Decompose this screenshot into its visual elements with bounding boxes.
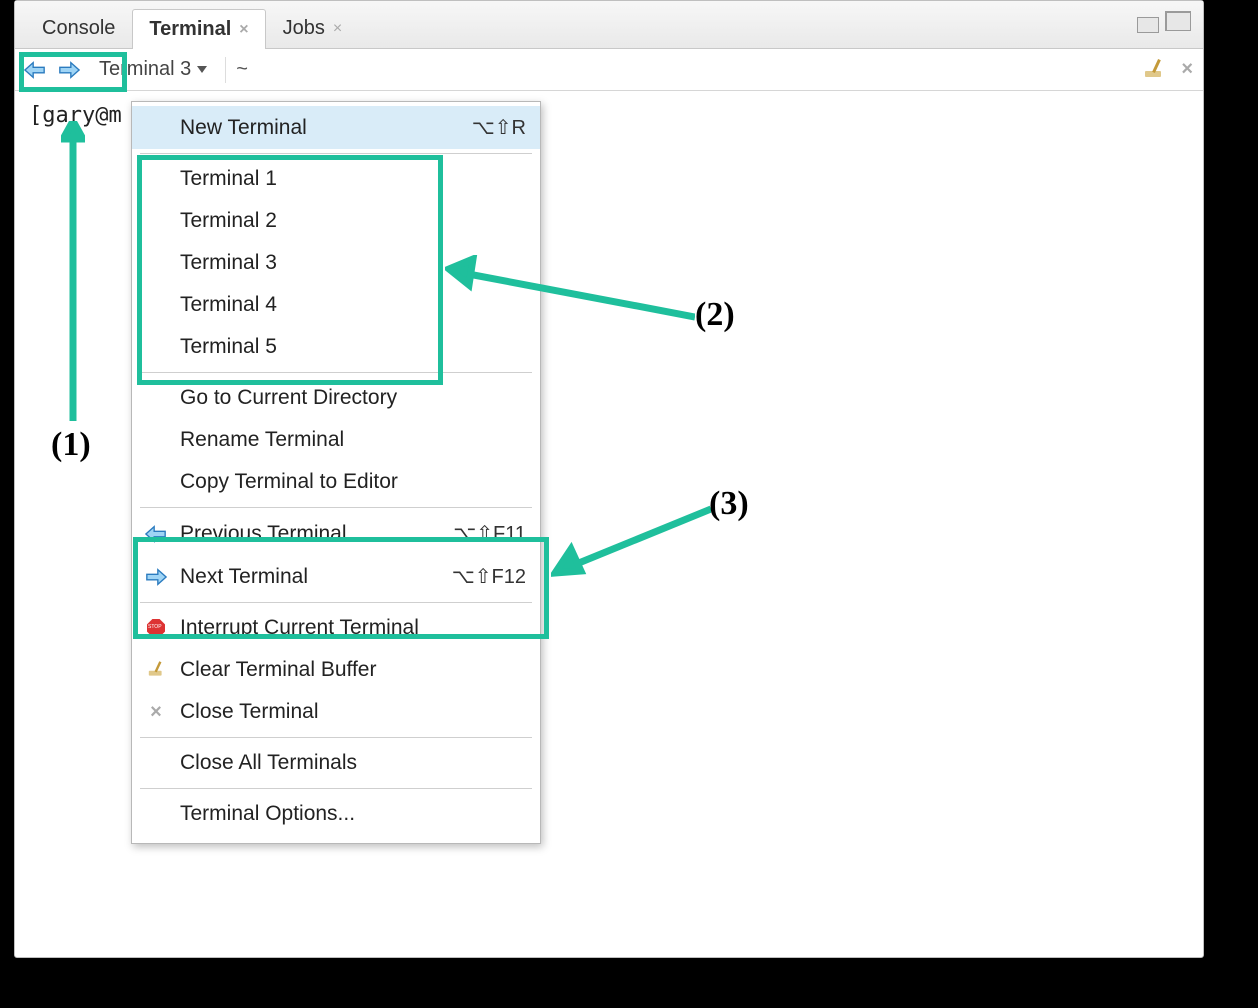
menu-new-terminal-label: New Terminal [180,116,460,140]
tab-console-label: Console [42,17,115,40]
close-icon[interactable]: × [333,20,342,38]
separator [225,57,226,83]
shortcut-label: ⌥⇧F11 [453,521,526,546]
menu-separator [140,507,532,508]
terminal-selector-button[interactable]: Terminal 3 [91,58,215,81]
menu-terminal-options[interactable]: Terminal Options... [132,793,540,835]
menu-interrupt-terminal[interactable]: Interrupt Current Terminal [132,607,540,649]
arrow-right-icon [58,61,80,79]
menu-terminal-label: Terminal 1 [180,167,526,191]
menu-next-label: Next Terminal [180,565,440,589]
close-icon: × [144,701,168,724]
arrow-left-icon [24,61,46,79]
menu-close-terminal[interactable]: × Close Terminal [132,691,540,733]
menu-close-all-label: Close All Terminals [180,751,526,775]
menu-close-all-terminals[interactable]: Close All Terminals [132,742,540,784]
menu-rename-label: Rename Terminal [180,428,526,452]
tab-jobs[interactable]: Jobs × [266,8,360,48]
menu-new-terminal[interactable]: New Terminal ⌥⇧R [132,106,540,149]
annotation-label-3: (3) [709,485,749,523]
menu-switch-terminal-2[interactable]: Terminal 2 [132,200,540,242]
annotation-arrow-2 [445,255,695,325]
working-directory: ~ [236,58,248,81]
clear-icon[interactable] [1143,59,1165,81]
menu-previous-label: Previous Terminal [180,522,441,546]
menu-go-current-dir[interactable]: Go to Current Directory [132,377,540,419]
tab-terminal-label: Terminal [149,18,231,41]
window-controls [1137,11,1191,31]
annotation-label-2: (2) [695,296,735,334]
next-terminal-button[interactable] [57,58,81,82]
arrow-right-icon [144,568,168,586]
menu-interrupt-label: Interrupt Current Terminal [180,616,526,640]
annotation-arrow-1 [61,121,85,421]
tab-terminal[interactable]: Terminal × [132,9,265,49]
menu-go-current-dir-label: Go to Current Directory [180,386,526,410]
chevron-down-icon [197,66,207,73]
tab-console[interactable]: Console [25,8,132,48]
menu-separator [140,153,532,154]
menu-options-label: Terminal Options... [180,802,526,826]
close-terminal-icon[interactable]: × [1181,58,1193,81]
terminal-selector-label: Terminal 3 [99,58,191,81]
close-icon[interactable]: × [239,21,248,39]
annotation-label-1: (1) [51,426,91,464]
previous-terminal-button[interactable] [23,58,47,82]
stop-icon [144,619,168,637]
menu-copy-to-editor-label: Copy Terminal to Editor [180,470,526,494]
terminal-dropdown-menu: New Terminal ⌥⇧R Terminal 1 Terminal 2 T… [131,101,541,844]
menu-separator [140,602,532,603]
arrow-left-icon [144,525,168,543]
menu-switch-terminal-5[interactable]: Terminal 5 [132,326,540,368]
menu-separator [140,372,532,373]
menu-clear-buffer-label: Clear Terminal Buffer [180,658,526,682]
menu-terminal-label: Terminal 5 [180,335,526,359]
maximize-icon[interactable] [1165,11,1191,31]
menu-close-label: Close Terminal [180,700,526,724]
menu-separator [140,737,532,738]
menu-previous-terminal[interactable]: Previous Terminal ⌥⇧F11 [132,512,540,555]
menu-copy-to-editor[interactable]: Copy Terminal to Editor [132,461,540,503]
shortcut-label: ⌥⇧F12 [452,564,526,589]
menu-switch-terminal-1[interactable]: Terminal 1 [132,158,540,200]
menu-separator [140,788,532,789]
menu-clear-buffer[interactable]: Clear Terminal Buffer [132,649,540,691]
annotation-arrow-3 [551,501,711,581]
menu-rename-terminal[interactable]: Rename Terminal [132,419,540,461]
panel-window: Console Terminal × Jobs × Terminal 3 [14,0,1204,958]
panel-tabbar: Console Terminal × Jobs × [15,1,1203,49]
shortcut-label: ⌥⇧R [472,115,526,140]
menu-terminal-label: Terminal 2 [180,209,526,233]
tab-jobs-label: Jobs [283,17,325,40]
terminal-toolbar: Terminal 3 ~ × [15,49,1203,91]
menu-next-terminal[interactable]: Next Terminal ⌥⇧F12 [132,555,540,598]
minimize-icon[interactable] [1137,17,1159,33]
broom-icon [144,659,168,681]
